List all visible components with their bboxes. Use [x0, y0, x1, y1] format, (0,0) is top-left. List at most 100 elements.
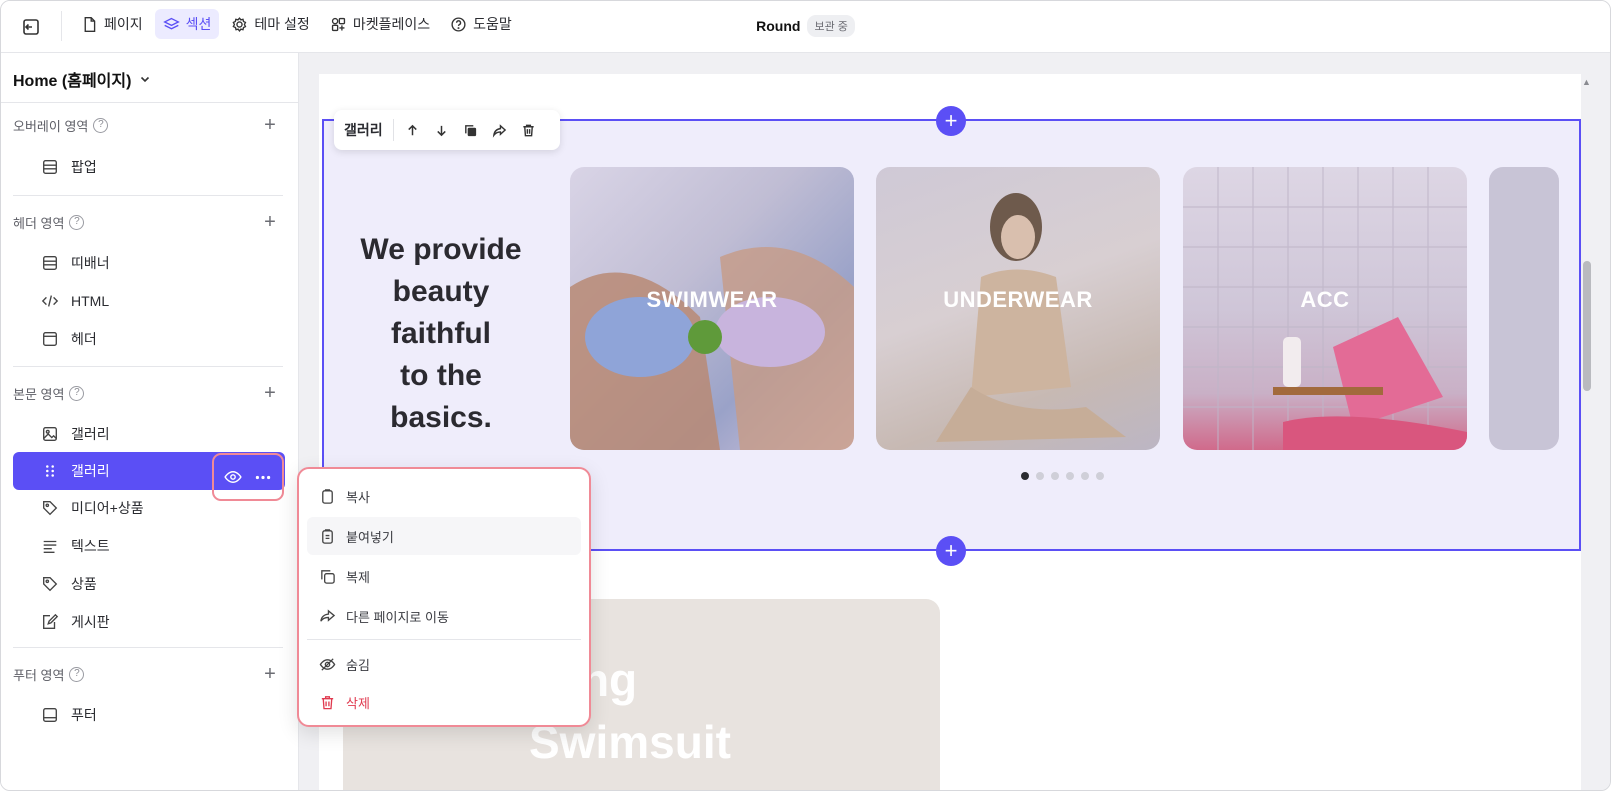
carousel-dot[interactable] [1051, 472, 1059, 480]
group-footer: 푸터 영역 ? + 푸터 [1, 660, 299, 734]
card-label: SWIMWEAR [646, 287, 778, 312]
sidebar-item-label: 팝업 [71, 159, 97, 175]
add-section-above-button[interactable]: + [936, 106, 966, 136]
sidebar-item-footer[interactable]: 푸터 [13, 696, 285, 734]
duplicate-icon [465, 124, 477, 136]
section-toolbar-label: 갤러리 [344, 119, 394, 141]
gallery-card-next[interactable] [1489, 167, 1559, 450]
more-horizontal-icon [255, 475, 271, 479]
sidebar-item-label: 푸터 [71, 707, 97, 723]
card-label: ACC [1300, 287, 1350, 312]
sidebar-item-text[interactable]: 텍스트 [13, 527, 285, 565]
divider [13, 366, 283, 367]
drag-handle-icon[interactable] [41, 462, 59, 480]
canvas-scrollbar[interactable] [1583, 261, 1591, 391]
menu-item-label: 다른 페이지로 이동 [346, 609, 449, 625]
group-overlay-header: 오버레이 영역 ? + [1, 111, 299, 139]
help-icon[interactable]: ? [93, 117, 109, 133]
menu-item-delete[interactable]: 삭제 [307, 683, 581, 721]
carousel-pagination [1021, 472, 1104, 480]
panel-icon [43, 160, 57, 174]
add-overlay-section-button[interactable]: + [259, 114, 281, 136]
sidebar-item-label: 텍스트 [71, 538, 110, 554]
save-status-badge: 보관 중 [807, 15, 855, 37]
group-body-header: 본문 영역 ? + [1, 379, 299, 407]
menu-item-duplicate[interactable]: 복제 [307, 557, 581, 595]
sidebar-item-header[interactable]: 헤더 [13, 320, 285, 358]
more-options-button[interactable] [253, 469, 273, 485]
sidebar-item-label: HTML [71, 293, 110, 309]
share-icon [320, 608, 336, 622]
move-to-page-button[interactable] [490, 120, 510, 140]
sidebar-item-label: 상품 [71, 576, 97, 592]
delete-button[interactable] [519, 120, 539, 140]
hero-line: basics. [390, 401, 492, 434]
carousel-dot[interactable] [1066, 472, 1074, 480]
group-header-header: 헤더 영역 ? + [1, 208, 299, 236]
hero-line: to the [400, 359, 482, 392]
trash-icon [523, 124, 534, 136]
add-body-section-button[interactable]: + [259, 382, 281, 404]
document-title: Round 보관 중 [1, 15, 1610, 37]
eye-off-icon [319, 657, 336, 671]
gallery-card-acc[interactable]: ACC [1183, 167, 1467, 450]
menu-item-paste[interactable]: 붙여넣기 [307, 517, 581, 555]
move-up-button[interactable] [403, 120, 423, 140]
carousel-dot[interactable] [1081, 472, 1089, 480]
page-selector[interactable]: Home (홈페이지) [13, 67, 151, 91]
sidebar-item-label: 헤더 [71, 331, 97, 347]
sidebar-item-board[interactable]: 게시판 [13, 603, 285, 641]
group-header: 헤더 영역 ? + 띠배너 HTML 헤더 [1, 208, 299, 358]
sidebar-item-html[interactable]: HTML [13, 282, 285, 320]
carousel-dot[interactable] [1096, 472, 1104, 480]
gallery-card-underwear[interactable]: UNDERWEAR [876, 167, 1160, 450]
top-bar: 페이지 섹션 테마 설정 마켓플레이스 도움말 Round 보관 중 [1, 1, 1610, 53]
toggle-visibility-button[interactable] [223, 469, 243, 485]
menu-item-label: 삭제 [346, 695, 370, 711]
help-icon[interactable]: ? [69, 666, 85, 682]
clipboard-icon [322, 488, 333, 504]
group-overlay-title: 오버레이 영역 [13, 118, 89, 134]
sidebar-item-gallery[interactable]: 갤러리 [13, 415, 285, 453]
gallery-card-swimwear[interactable]: SWIMWEAR [570, 167, 854, 450]
divider [1, 102, 299, 103]
card-label: UNDERWEAR [943, 287, 1093, 312]
help-icon[interactable]: ? [69, 214, 85, 230]
add-section-below-button[interactable]: + [936, 536, 966, 566]
section-toolbar: 갤러리 [334, 110, 560, 150]
edit-icon [43, 613, 59, 629]
carousel-dot[interactable] [1021, 472, 1029, 480]
group-overlay: 오버레이 영역 ? + 팝업 [1, 111, 299, 186]
arrow-up-icon [408, 124, 417, 135]
sidebar-item-popup[interactable]: 팝업 [13, 148, 285, 186]
add-footer-section-button[interactable]: + [259, 663, 281, 685]
menu-item-copy[interactable]: 복사 [307, 477, 581, 515]
hero-line: We provide [360, 233, 522, 266]
sidebar-item-strip-banner[interactable]: 띠배너 [13, 244, 285, 282]
duplicate-button[interactable] [461, 120, 481, 140]
move-down-button[interactable] [432, 120, 452, 140]
paste-icon [322, 528, 333, 544]
menu-item-hide[interactable]: 숨김 [307, 645, 581, 683]
sections-sidebar: Home (홈페이지) 오버레이 영역 ? + 팝업 헤더 영역 ? + 띠배너… [1, 53, 299, 790]
carousel-dot[interactable] [1036, 472, 1044, 480]
help-icon[interactable]: ? [69, 385, 85, 401]
divider [13, 647, 283, 648]
menu-item-label: 복사 [346, 489, 370, 505]
group-footer-header: 푸터 영역 ? + [1, 660, 299, 688]
scroll-up-arrow[interactable]: ▲ [1582, 77, 1592, 87]
sidebar-item-label: 미디어+상품 [71, 500, 144, 516]
sidebar-item-label: 띠배너 [71, 255, 110, 271]
menu-item-move-to-page[interactable]: 다른 페이지로 이동 [307, 597, 581, 635]
group-header-title: 헤더 영역 [13, 215, 65, 231]
sidebar-item-product[interactable]: 상품 [13, 565, 285, 603]
arrow-down-icon [437, 125, 446, 136]
share-icon [492, 123, 507, 138]
menu-divider [307, 639, 581, 640]
menu-item-label: 붙여넣기 [346, 529, 394, 545]
sidebar-item-label: 게시판 [71, 614, 110, 630]
add-header-section-button[interactable]: + [259, 211, 281, 233]
hero-line: faithful [391, 317, 491, 350]
tag-icon [43, 501, 58, 516]
tag-icon [43, 577, 58, 592]
